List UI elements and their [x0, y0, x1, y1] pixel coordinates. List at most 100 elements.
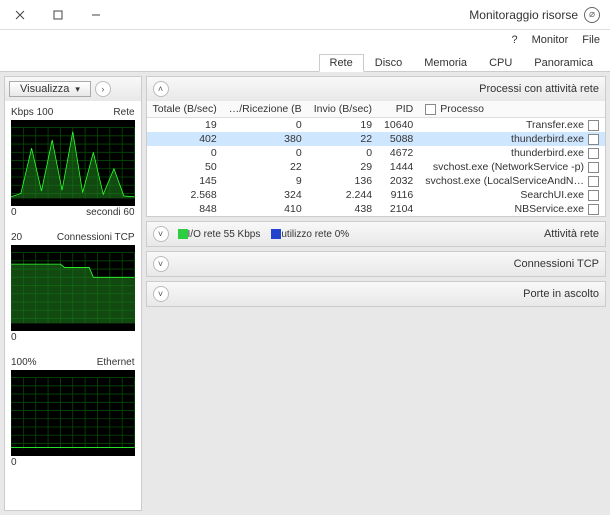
- chart-rete: 100 Kbps Rete 0 60 secondi: [5, 101, 141, 226]
- cell-send: 136: [308, 174, 378, 188]
- table-row[interactable]: 402380225088thunderbird.exe: [147, 132, 605, 146]
- section-header-network-activity[interactable]: ˅ 0% utilizzo rete I/O rete 55 Kbps Atti…: [147, 222, 605, 246]
- section-network-activity: ˅ 0% utilizzo rete I/O rete 55 Kbps Atti…: [146, 221, 606, 247]
- blue-swatch-icon: [271, 229, 281, 239]
- col-recv[interactable]: Ricezione (B/…: [223, 101, 308, 118]
- tab-panoramica[interactable]: Panoramica: [523, 54, 604, 71]
- col-process[interactable]: Processo: [419, 101, 605, 118]
- cell-pid: 9116: [378, 188, 419, 202]
- table-row[interactable]: 8484104382104NBService.exe: [147, 202, 605, 216]
- row-checkbox[interactable]: [588, 162, 599, 173]
- chart-y-min: 0: [11, 457, 17, 468]
- maximize-button[interactable]: [40, 3, 76, 27]
- row-checkbox[interactable]: [588, 204, 599, 215]
- cell-send: 22: [308, 132, 378, 146]
- cell-total: 0: [147, 146, 223, 160]
- window-title: Monitoraggio risorse: [469, 8, 578, 22]
- tab-rete[interactable]: Rete: [319, 54, 364, 72]
- titlebar: Monitoraggio risorse ⌀: [0, 0, 610, 30]
- app-icon: ⌀: [584, 7, 600, 23]
- cell-name: thunderbird.exe: [419, 146, 605, 160]
- menu-help[interactable]: ?: [511, 34, 517, 46]
- cell-recv: 410: [223, 202, 308, 216]
- content: ▾ Visualizza › 100 Kbps Rete: [0, 72, 610, 515]
- chevron-down-icon: ˅: [153, 286, 169, 302]
- section-header-processes[interactable]: ˄ Processi con attività rete: [147, 77, 605, 101]
- row-checkbox[interactable]: [588, 134, 599, 145]
- process-table-scroll[interactable]: Totale (B/sec) Ricezione (B/… Invio (B/s…: [147, 101, 605, 216]
- cell-recv: 0: [223, 118, 308, 133]
- cell-total: 19: [147, 118, 223, 133]
- cell-send: 19: [308, 118, 378, 133]
- row-checkbox[interactable]: [588, 148, 599, 159]
- chart-ethernet: 100% Ethernet 0: [5, 351, 141, 476]
- cell-send: 0: [308, 146, 378, 160]
- cell-name: Transfer.exe: [419, 118, 605, 132]
- chart-title: Connessioni TCP: [57, 232, 135, 243]
- legend-util: 0% utilizzo rete: [268, 229, 349, 240]
- chart-y-max: 100 Kbps: [11, 107, 53, 118]
- col-pid[interactable]: PID: [378, 101, 419, 118]
- row-checkbox[interactable]: [588, 176, 599, 187]
- menu-monitor[interactable]: Monitor: [532, 34, 569, 46]
- cell-recv: 380: [223, 132, 308, 146]
- cell-pid: 5088: [378, 132, 419, 146]
- cell-pid: 4672: [378, 146, 419, 160]
- cell-total: 402: [147, 132, 223, 146]
- tab-memoria[interactable]: Memoria: [413, 54, 478, 71]
- cell-name: svchost.exe (LocalServiceAndN…: [419, 174, 605, 188]
- chevron-down-icon: ˅: [153, 226, 169, 242]
- row-checkbox[interactable]: [588, 120, 599, 131]
- views-dropdown[interactable]: ▾ Visualizza: [9, 81, 91, 97]
- section-header-tcp[interactable]: ˅ Connessioni TCP: [147, 252, 605, 276]
- section-title: Porte in ascolto: [523, 288, 599, 300]
- main-panel: ˄ Processi con attività rete Totale (B/s…: [146, 76, 606, 511]
- process-table: Totale (B/sec) Ricezione (B/… Invio (B/s…: [147, 101, 605, 216]
- legend-io: I/O rete 55 Kbps: [175, 229, 261, 240]
- table-row[interactable]: 2.5683242.2449116SearchUI.exe: [147, 188, 605, 202]
- section-title: Processi con attività rete: [479, 83, 599, 95]
- chart-y-max: 100%: [11, 357, 37, 368]
- cell-total: 848: [147, 202, 223, 216]
- cell-pid: 2104: [378, 202, 419, 216]
- table-row[interactable]: 5022291444svchost.exe (NetworkService -p…: [147, 160, 605, 174]
- col-total[interactable]: Totale (B/sec): [147, 101, 223, 118]
- table-row[interactable]: 1901910640Transfer.exe: [147, 118, 605, 133]
- chevron-up-icon: ˄: [153, 81, 169, 97]
- green-swatch-icon: [178, 229, 188, 239]
- cell-send: 438: [308, 202, 378, 216]
- views-label: Visualizza: [20, 83, 69, 95]
- chart-title: Rete: [113, 107, 134, 118]
- table-row[interactable]: 0004672thunderbird.exe: [147, 146, 605, 160]
- close-button[interactable]: [2, 3, 38, 27]
- col-send[interactable]: Invio (B/sec): [308, 101, 378, 118]
- section-listening-ports: ˅ Porte in ascolto: [146, 281, 606, 307]
- cell-pid: 1444: [378, 160, 419, 174]
- tab-disco[interactable]: Disco: [364, 54, 414, 71]
- menubar: ? Monitor File: [0, 30, 610, 50]
- charts-sidebar: ▾ Visualizza › 100 Kbps Rete: [4, 76, 142, 511]
- table-row[interactable]: 14591362032svchost.exe (LocalServiceAndN…: [147, 174, 605, 188]
- chart-y-min: 0: [11, 207, 17, 218]
- cell-recv: 22: [223, 160, 308, 174]
- menu-file[interactable]: File: [582, 34, 600, 46]
- row-checkbox[interactable]: [588, 190, 599, 201]
- chart-title: Ethernet: [97, 357, 135, 368]
- collapse-sidebar-button[interactable]: ›: [95, 81, 111, 97]
- cell-total: 50: [147, 160, 223, 174]
- cell-recv: 0: [223, 146, 308, 160]
- select-all-checkbox[interactable]: [425, 104, 436, 115]
- chart-y-max: 20: [11, 232, 22, 243]
- cell-recv: 9: [223, 174, 308, 188]
- section-title: Attività rete: [544, 228, 599, 240]
- tab-cpu[interactable]: CPU: [478, 54, 523, 71]
- cell-total: 2.568: [147, 188, 223, 202]
- cell-pid: 10640: [378, 118, 419, 133]
- minimize-button[interactable]: [78, 3, 114, 27]
- cell-send: 2.244: [308, 188, 378, 202]
- cell-recv: 324: [223, 188, 308, 202]
- cell-name: SearchUI.exe: [419, 188, 605, 202]
- section-header-ports[interactable]: ˅ Porte in ascolto: [147, 282, 605, 306]
- section-processes: ˄ Processi con attività rete Totale (B/s…: [146, 76, 606, 217]
- section-title: Connessioni TCP: [514, 258, 599, 270]
